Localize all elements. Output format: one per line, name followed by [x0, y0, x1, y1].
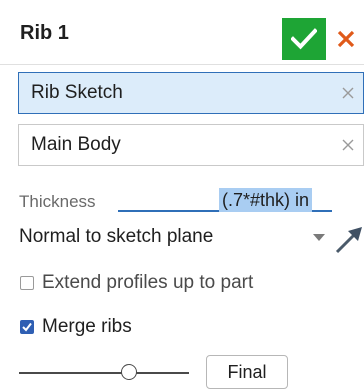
sketch-selection-field[interactable]: Rib Sketch [18, 72, 364, 114]
clear-sketch-button[interactable] [333, 72, 363, 114]
body-selection-label: Main Body [31, 134, 121, 155]
accept-button[interactable] [282, 18, 326, 60]
checkmark-icon [291, 28, 317, 50]
rollback-slider-thumb[interactable] [121, 364, 137, 380]
merge-ribs-checkbox-row[interactable]: Merge ribs [20, 314, 132, 340]
cancel-button[interactable] [336, 18, 364, 60]
extend-profiles-checkbox[interactable] [20, 276, 34, 290]
final-button[interactable]: Final [206, 355, 288, 389]
checkbox-check-icon [21, 322, 32, 332]
clear-x-icon [342, 139, 354, 151]
close-icon [337, 30, 355, 48]
direction-arrow-icon [335, 227, 362, 254]
rib-direction-value: Normal to sketch plane [19, 226, 214, 247]
direction-arrow-button[interactable] [335, 224, 364, 259]
rib-direction-select[interactable]: Normal to sketch plane [19, 226, 331, 254]
sketch-selection-label: Rib Sketch [31, 82, 123, 103]
caret-down-icon [313, 234, 325, 241]
clear-x-icon [342, 87, 354, 99]
clear-body-button[interactable] [333, 124, 363, 166]
body-selection-field[interactable]: Main Body [18, 124, 364, 166]
merge-ribs-label: Merge ribs [42, 316, 132, 337]
header-divider [0, 64, 364, 65]
thickness-label: Thickness [19, 192, 96, 211]
extend-profiles-checkbox-row[interactable]: Extend profiles up to part [20, 270, 253, 296]
rollback-slider-track[interactable] [19, 372, 189, 374]
extend-profiles-label: Extend profiles up to part [42, 272, 254, 293]
merge-ribs-checkbox[interactable] [20, 320, 34, 334]
thickness-input[interactable]: (.7*#thk) in [219, 188, 313, 212]
feature-title: Rib 1 [20, 22, 69, 44]
